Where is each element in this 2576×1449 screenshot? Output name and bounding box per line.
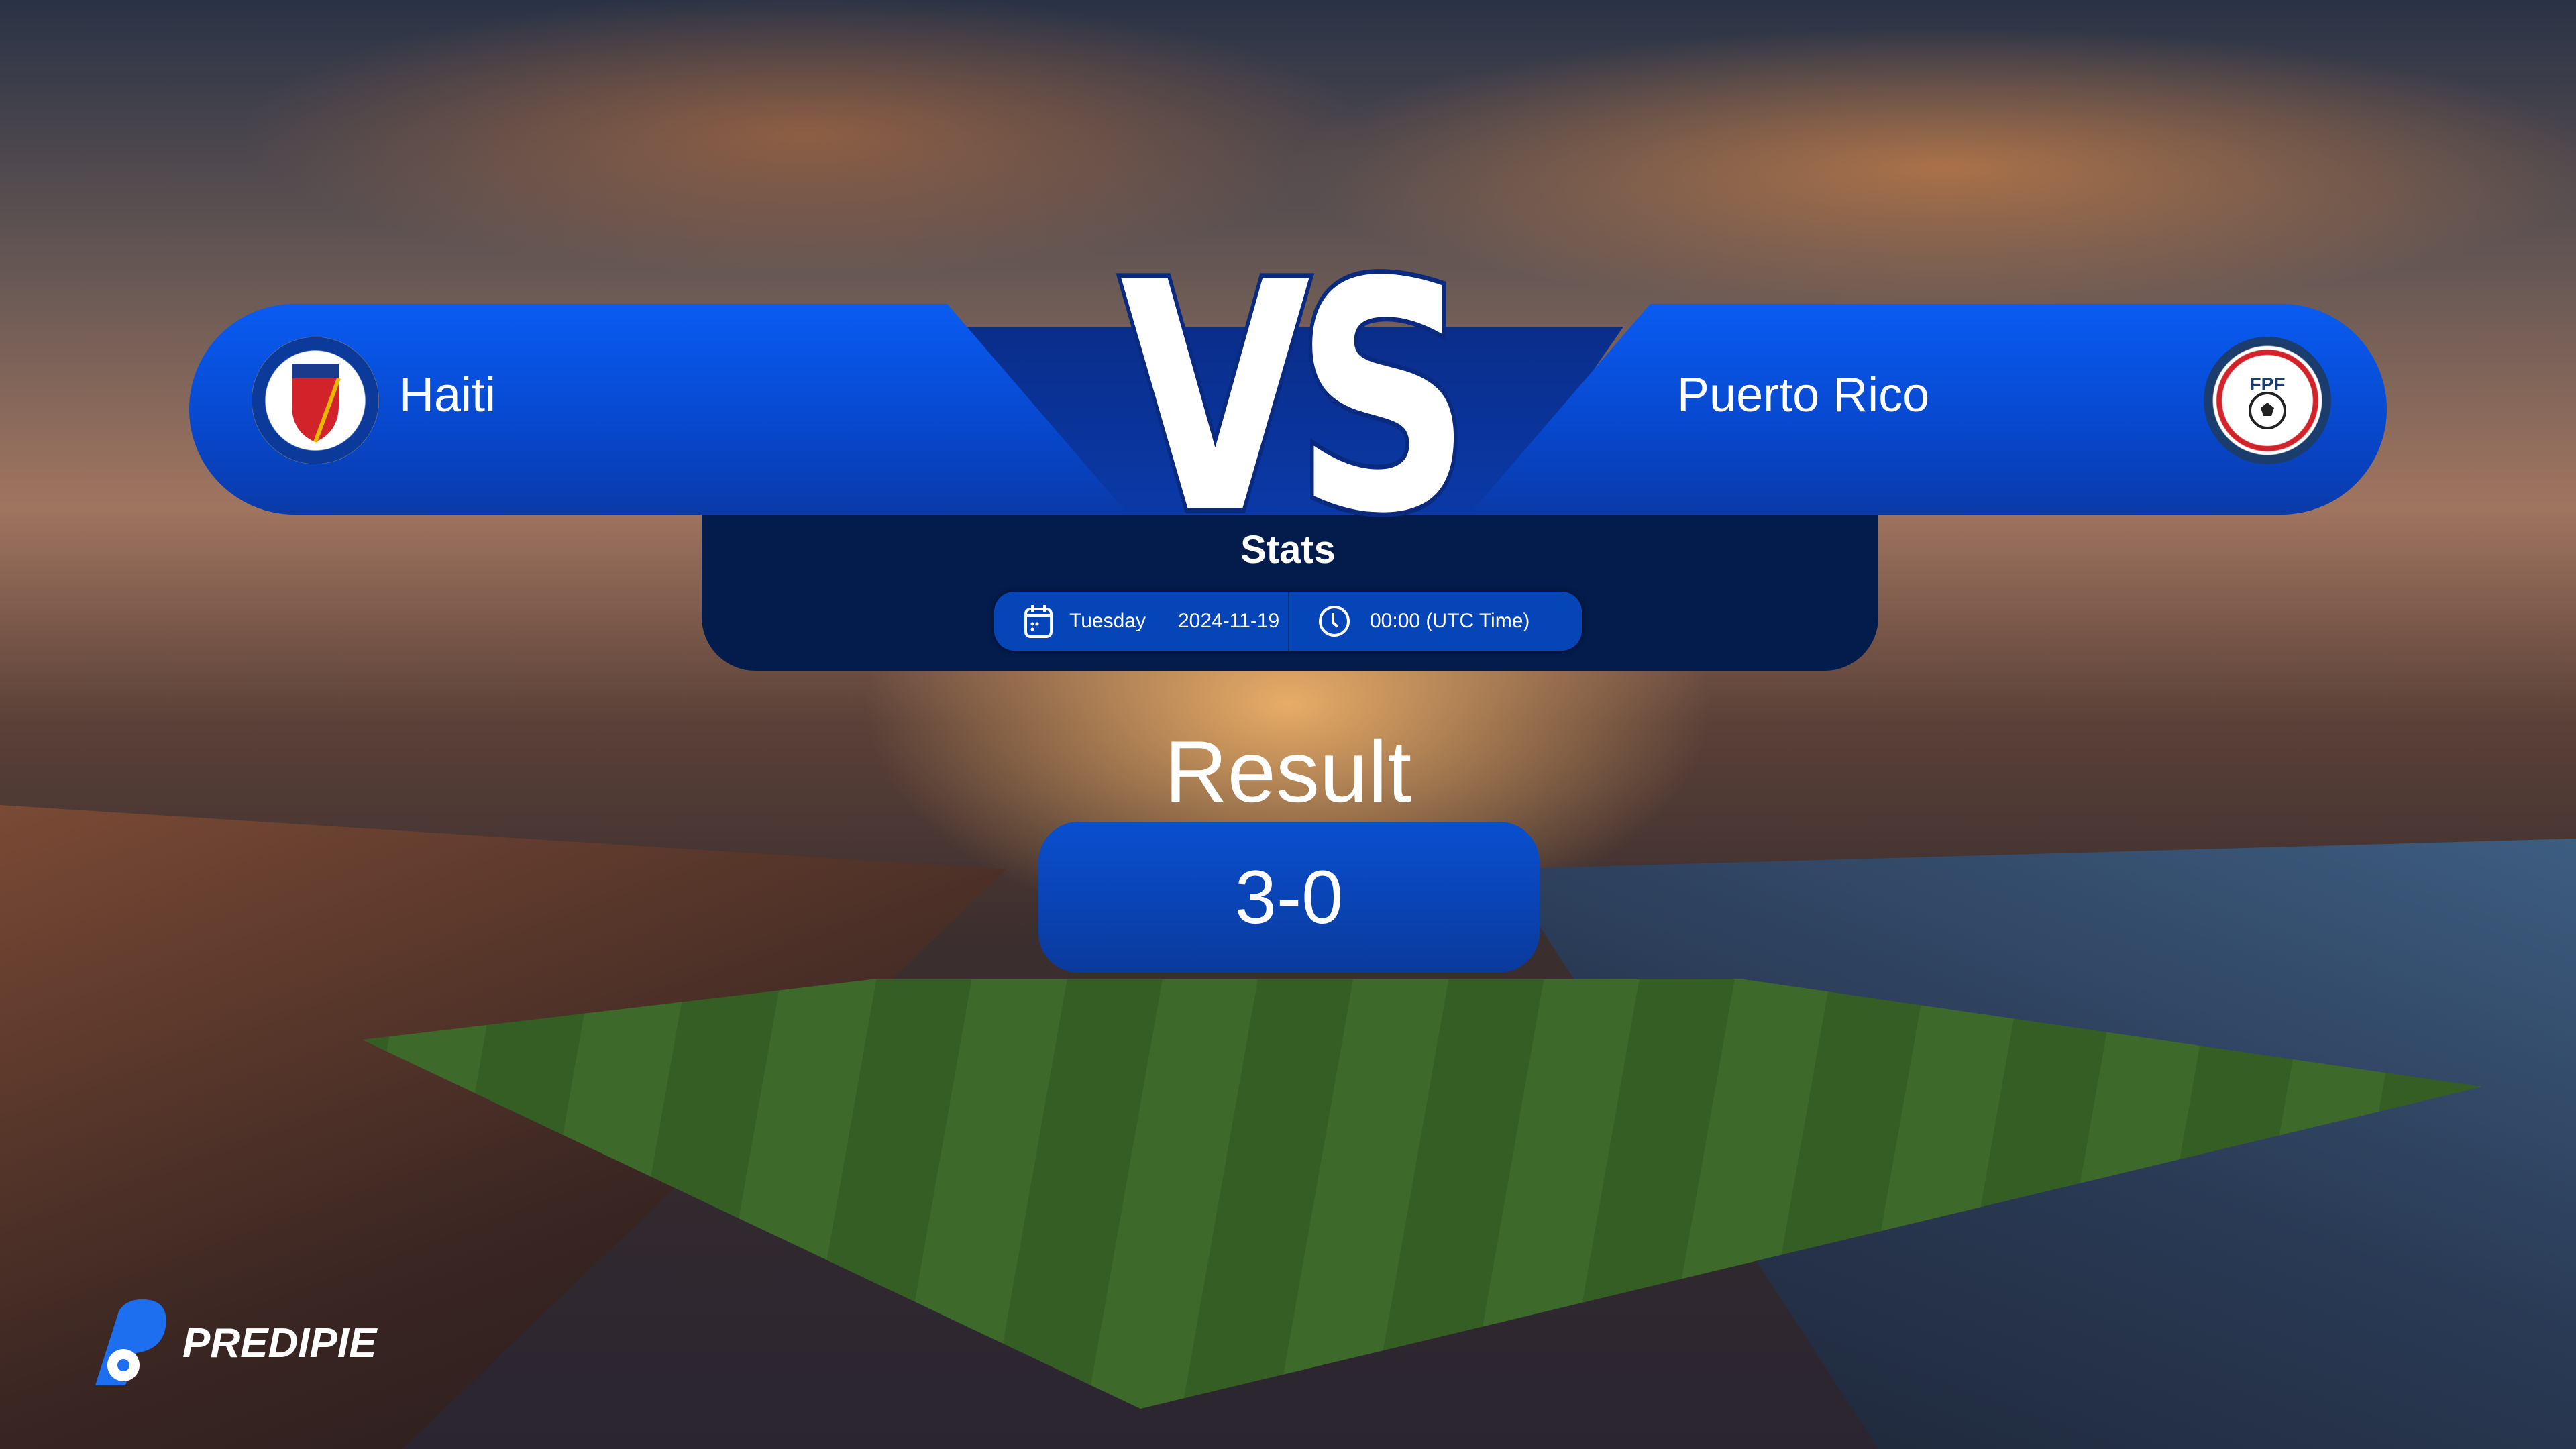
match-day: Tuesday: [1069, 610, 1146, 632]
calendar-icon: [1024, 605, 1053, 638]
schedule-pill: Tuesday 2024-11-19 00:00 (UTC Time): [994, 592, 1582, 651]
svg-text:FPF: FPF: [2250, 374, 2286, 394]
home-team-name: Haiti: [399, 368, 496, 422]
haiti-crest: [252, 337, 379, 464]
vs-label: VS: [1116, 215, 1475, 582]
brand-name: PREDIPIE: [182, 1320, 377, 1366]
brand-mark-icon: [95, 1299, 166, 1385]
stats-heading: Stats: [1240, 528, 1336, 572]
score-box: 3-0: [1038, 822, 1540, 973]
match-date: 2024-11-19: [1177, 610, 1280, 632]
score-value: 3-0: [1234, 855, 1344, 939]
predipie-logo: PREDIPIE: [82, 1298, 376, 1389]
match-time: 00:00 (UTC Time): [1370, 610, 1530, 632]
result-label: Result: [1164, 722, 1412, 820]
clock-icon: [1319, 606, 1350, 637]
puerto-rico-crest: FPF: [2204, 337, 2331, 464]
away-team-name: Puerto Rico: [1677, 368, 1930, 422]
